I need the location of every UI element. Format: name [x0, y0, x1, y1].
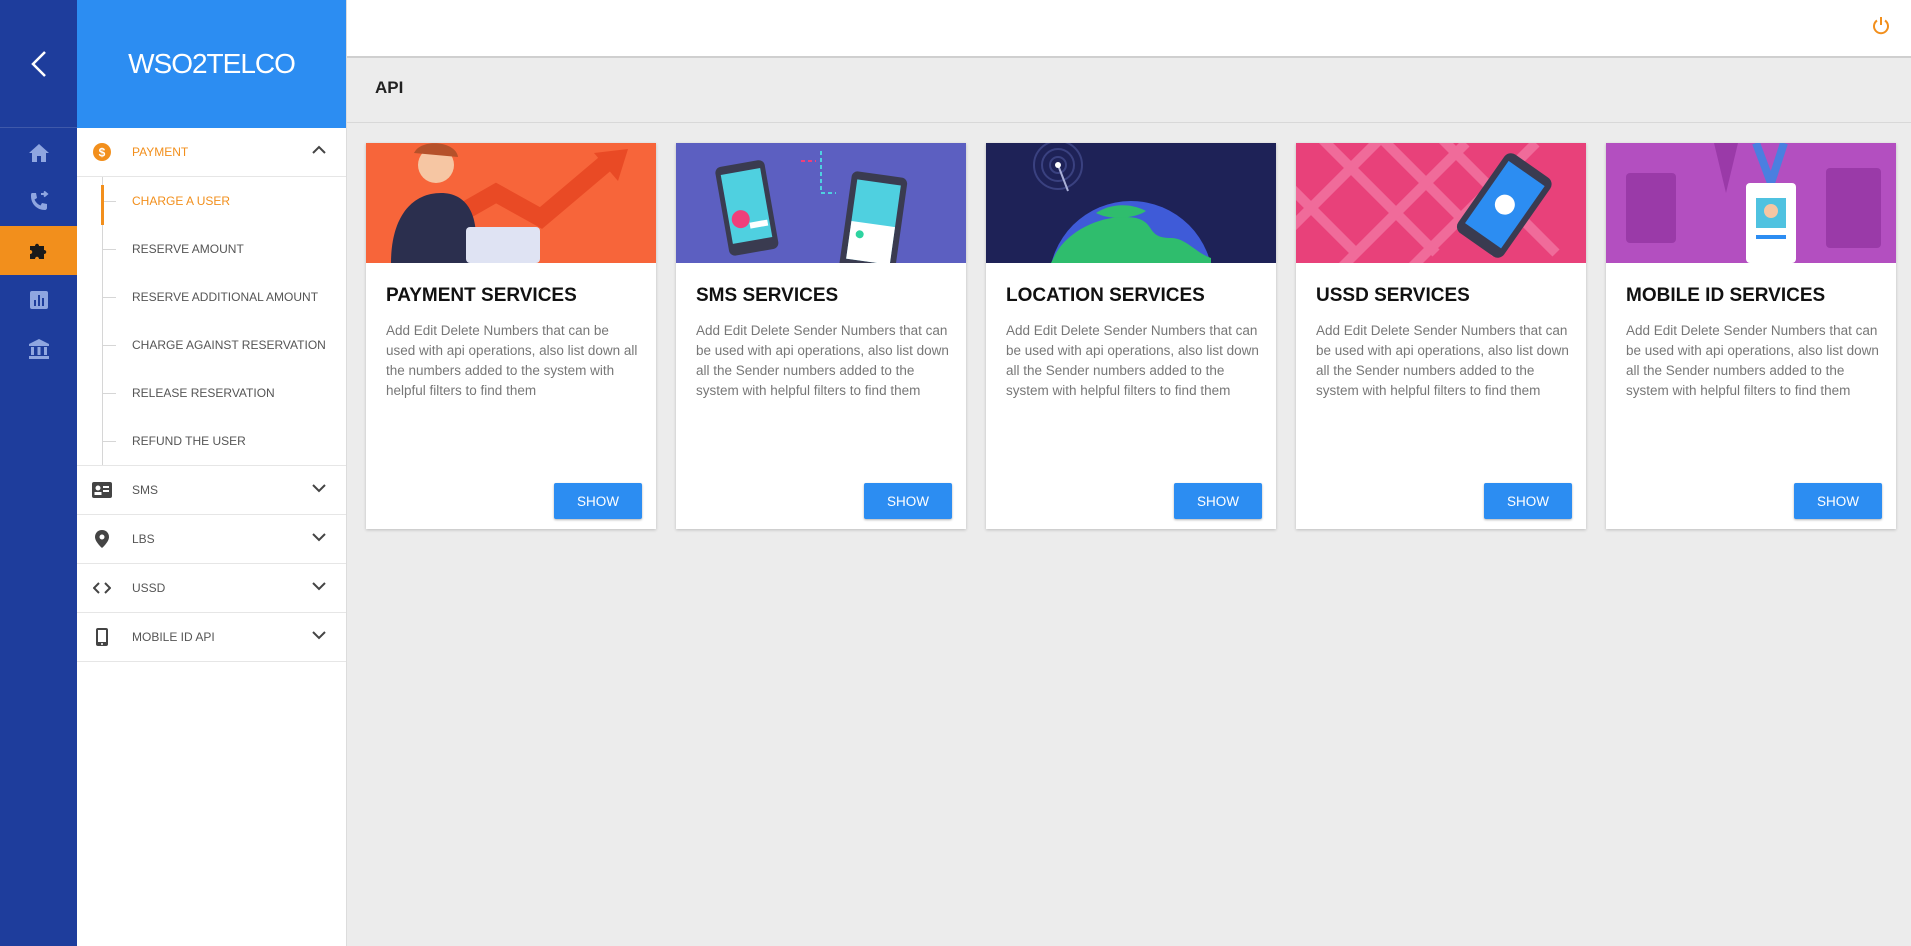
menu-section-label: PAYMENT — [132, 145, 189, 159]
phone-forward-icon — [30, 190, 49, 210]
card-description: Add Edit Delete Sender Numbers that can … — [1626, 323, 1879, 398]
card-title: PAYMENT SERVICES — [386, 285, 577, 306]
code-icon — [92, 578, 112, 598]
show-button[interactable]: SHOW — [554, 483, 642, 519]
contact-card-icon — [92, 480, 112, 500]
card-description: Add Edit Delete Sender Numbers that can … — [1316, 323, 1569, 398]
card-title: SMS SERVICES — [696, 285, 839, 306]
show-button[interactable]: SHOW — [1174, 483, 1262, 519]
back-button[interactable] — [0, 0, 77, 128]
menu-section-mobile-id[interactable]: MOBILE ID API — [77, 613, 346, 662]
service-card-ussd: USSD SERVICES Add Edit Delete Sender Num… — [1296, 143, 1586, 529]
rail-api[interactable] — [0, 226, 77, 275]
divider — [347, 122, 1911, 123]
menu-section-label: SMS — [132, 483, 159, 497]
card-illustration — [676, 143, 966, 263]
show-button[interactable]: SHOW — [864, 483, 952, 519]
dollar-icon: $ — [92, 142, 112, 162]
svg-text:$: $ — [99, 146, 106, 160]
page-title: API — [375, 78, 404, 97]
submenu-item-reserve-amount[interactable]: RESERVE AMOUNT — [77, 225, 346, 273]
home-icon — [28, 143, 49, 162]
show-button[interactable]: SHOW — [1794, 483, 1882, 519]
menu-section-label: MOBILE ID API — [132, 630, 215, 644]
rail-home[interactable] — [0, 128, 77, 177]
location-pin-icon — [92, 529, 112, 549]
chevron-down-icon — [312, 533, 326, 542]
brand-header: WSO2TELCO — [77, 0, 346, 128]
submenu-item-release-reservation[interactable]: RELEASE RESERVATION — [77, 369, 346, 417]
card-description: Add Edit Delete Numbers that can be used… — [386, 323, 638, 398]
menu-section-ussd[interactable]: USSD — [77, 564, 346, 613]
card-illustration — [366, 143, 656, 263]
power-icon — [1873, 17, 1889, 35]
menu-section-lbs[interactable]: LBS — [77, 515, 346, 564]
puzzle-icon — [29, 243, 46, 259]
logo[interactable]: WSO2TELCO — [128, 48, 296, 80]
card-illustration — [1296, 143, 1586, 263]
logout-button[interactable] — [1871, 16, 1891, 41]
submenu-item-charge-a-user[interactable]: CHARGE A USER — [77, 177, 346, 225]
chevron-up-icon — [312, 145, 326, 154]
card-illustration — [1606, 143, 1896, 263]
card-illustration — [986, 143, 1276, 263]
service-card-sms: SMS SERVICES Add Edit Delete Sender Numb… — [676, 143, 966, 529]
menu-section-sms[interactable]: SMS — [77, 466, 346, 515]
rail-calls[interactable] — [0, 177, 77, 226]
submenu-item-charge-against-reservation[interactable]: CHARGE AGAINST RESERVATION — [77, 321, 346, 369]
submenu-item-refund-the-user[interactable]: REFUND THE USER — [77, 417, 346, 465]
chart-icon — [29, 290, 48, 309]
mobile-phone-icon — [92, 627, 112, 647]
service-card-location: LOCATION SERVICES Add Edit Delete Sender… — [986, 143, 1276, 529]
bank-icon — [28, 338, 49, 359]
submenu-item-reserve-additional-amount[interactable]: RESERVE ADDITIONAL AMOUNT — [77, 273, 346, 321]
chevron-down-icon — [312, 582, 326, 591]
side-menu: WSO2TELCO $ PAYMENT CHARGE A USER RESERV… — [77, 0, 347, 946]
menu-section-label: USSD — [132, 581, 166, 595]
chevron-down-icon — [312, 484, 326, 493]
service-card-payment: PAYMENT SERVICES Add Edit Delete Numbers… — [366, 143, 656, 529]
show-button[interactable]: SHOW — [1484, 483, 1572, 519]
menu-section-label: LBS — [132, 532, 155, 546]
rail-reports[interactable] — [0, 275, 77, 324]
card-description: Add Edit Delete Sender Numbers that can … — [696, 323, 949, 398]
card-description: Add Edit Delete Sender Numbers that can … — [1006, 323, 1259, 398]
chevron-down-icon — [312, 631, 326, 640]
card-title: MOBILE ID SERVICES — [1626, 285, 1826, 306]
card-title: USSD SERVICES — [1316, 285, 1470, 306]
payment-submenu: CHARGE A USER RESERVE AMOUNT RESERVE ADD… — [77, 177, 346, 466]
service-card-mobile-id: MOBILE ID SERVICES Add Edit Delete Sende… — [1606, 143, 1896, 529]
rail-billing[interactable] — [0, 324, 77, 373]
top-bar — [347, 0, 1911, 58]
card-title: LOCATION SERVICES — [1006, 285, 1205, 306]
menu-section-payment[interactable]: $ PAYMENT — [77, 128, 346, 177]
chevron-left-icon — [30, 50, 46, 77]
icon-rail — [0, 0, 77, 946]
